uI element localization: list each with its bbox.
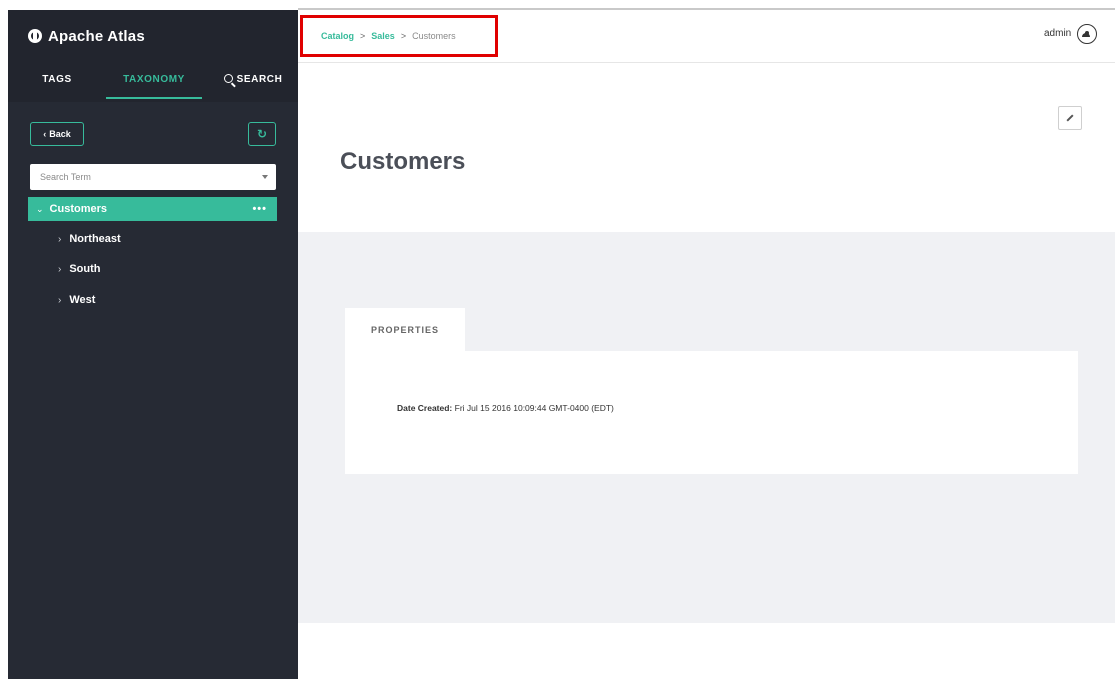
search-term-dropdown[interactable]: Search Term [30, 164, 276, 190]
page-title: Customers [340, 148, 466, 175]
more-options-icon[interactable]: ••• [252, 203, 267, 215]
breadcrumb-separator: > [400, 31, 407, 41]
chevron-down-icon [262, 175, 268, 179]
chevron-right-icon: › [58, 233, 62, 245]
tab-search-label: SEARCH [236, 74, 283, 85]
breadcrumb-current: Customers [412, 31, 456, 41]
refresh-icon: ↻ [256, 127, 268, 141]
breadcrumb-sales[interactable]: Sales [371, 31, 395, 41]
tree-node-west[interactable]: › West [58, 294, 95, 306]
chevron-left-icon: ‹ [43, 129, 47, 139]
sidebar: Apache Atlas TAGS TAXONOMY SEARCH ‹ Back… [8, 10, 298, 679]
properties-panel: Date Created: Fri Jul 15 2016 10:09:44 G… [345, 351, 1078, 474]
property-key: Date Created: [397, 403, 453, 413]
username: admin [1044, 27, 1072, 39]
sidebar-tabs: TAGS TAXONOMY SEARCH [8, 62, 298, 102]
brand-header: Apache Atlas [8, 10, 298, 62]
tree-node-label: West [69, 294, 96, 306]
tree-node-label: Northeast [69, 233, 121, 245]
chevron-right-icon: › [58, 263, 62, 275]
tree-node-left: ⌄ Customers [36, 203, 107, 215]
breadcrumb: Catalog > Sales > Customers [321, 31, 456, 41]
tab-taxonomy-label: TAXONOMY [123, 74, 185, 85]
tab-search[interactable]: SEARCH [218, 74, 288, 98]
property-value: Fri Jul 15 2016 10:09:44 GMT-0400 (EDT) [454, 403, 614, 413]
tab-tags[interactable]: TAGS [28, 74, 86, 98]
breadcrumb-highlight: Catalog > Sales > Customers [300, 15, 498, 57]
user-menu[interactable]: admin [1044, 24, 1098, 44]
tree-node-south[interactable]: › South [58, 263, 101, 275]
back-button[interactable]: ‹ Back [30, 122, 84, 146]
tab-properties-label: PROPERTIES [370, 325, 439, 335]
refresh-button[interactable]: ↻ [248, 122, 276, 146]
search-icon [223, 74, 233, 83]
pencil-icon [1066, 114, 1074, 122]
tree-node-northeast[interactable]: › Northeast [58, 233, 121, 245]
chevron-down-icon: ⌄ [36, 203, 44, 214]
tree-node-customers[interactable]: ⌄ Customers ••• [28, 197, 277, 221]
tab-properties[interactable]: PROPERTIES [345, 308, 465, 352]
tab-taxonomy[interactable]: TAXONOMY [106, 74, 202, 99]
tree-node-label: Customers [49, 203, 108, 215]
tree-node-label: South [69, 263, 101, 275]
avatar-shoulders [1082, 33, 1091, 37]
app-title: Apache Atlas [48, 27, 145, 45]
search-term-placeholder: Search Term [40, 172, 91, 182]
user-icon [1077, 24, 1098, 44]
globe-icon [28, 29, 42, 43]
breadcrumb-catalog[interactable]: Catalog [321, 31, 354, 41]
back-button-label: Back [49, 129, 71, 139]
property-date-created: Date Created: Fri Jul 15 2016 10:09:44 G… [397, 403, 614, 413]
tab-tags-label: TAGS [42, 74, 72, 85]
top-bar [0, 0, 1115, 8]
edit-button[interactable] [1058, 106, 1082, 130]
chevron-right-icon: › [58, 294, 62, 306]
breadcrumb-separator: > [360, 31, 366, 41]
header-divider [298, 62, 1115, 63]
